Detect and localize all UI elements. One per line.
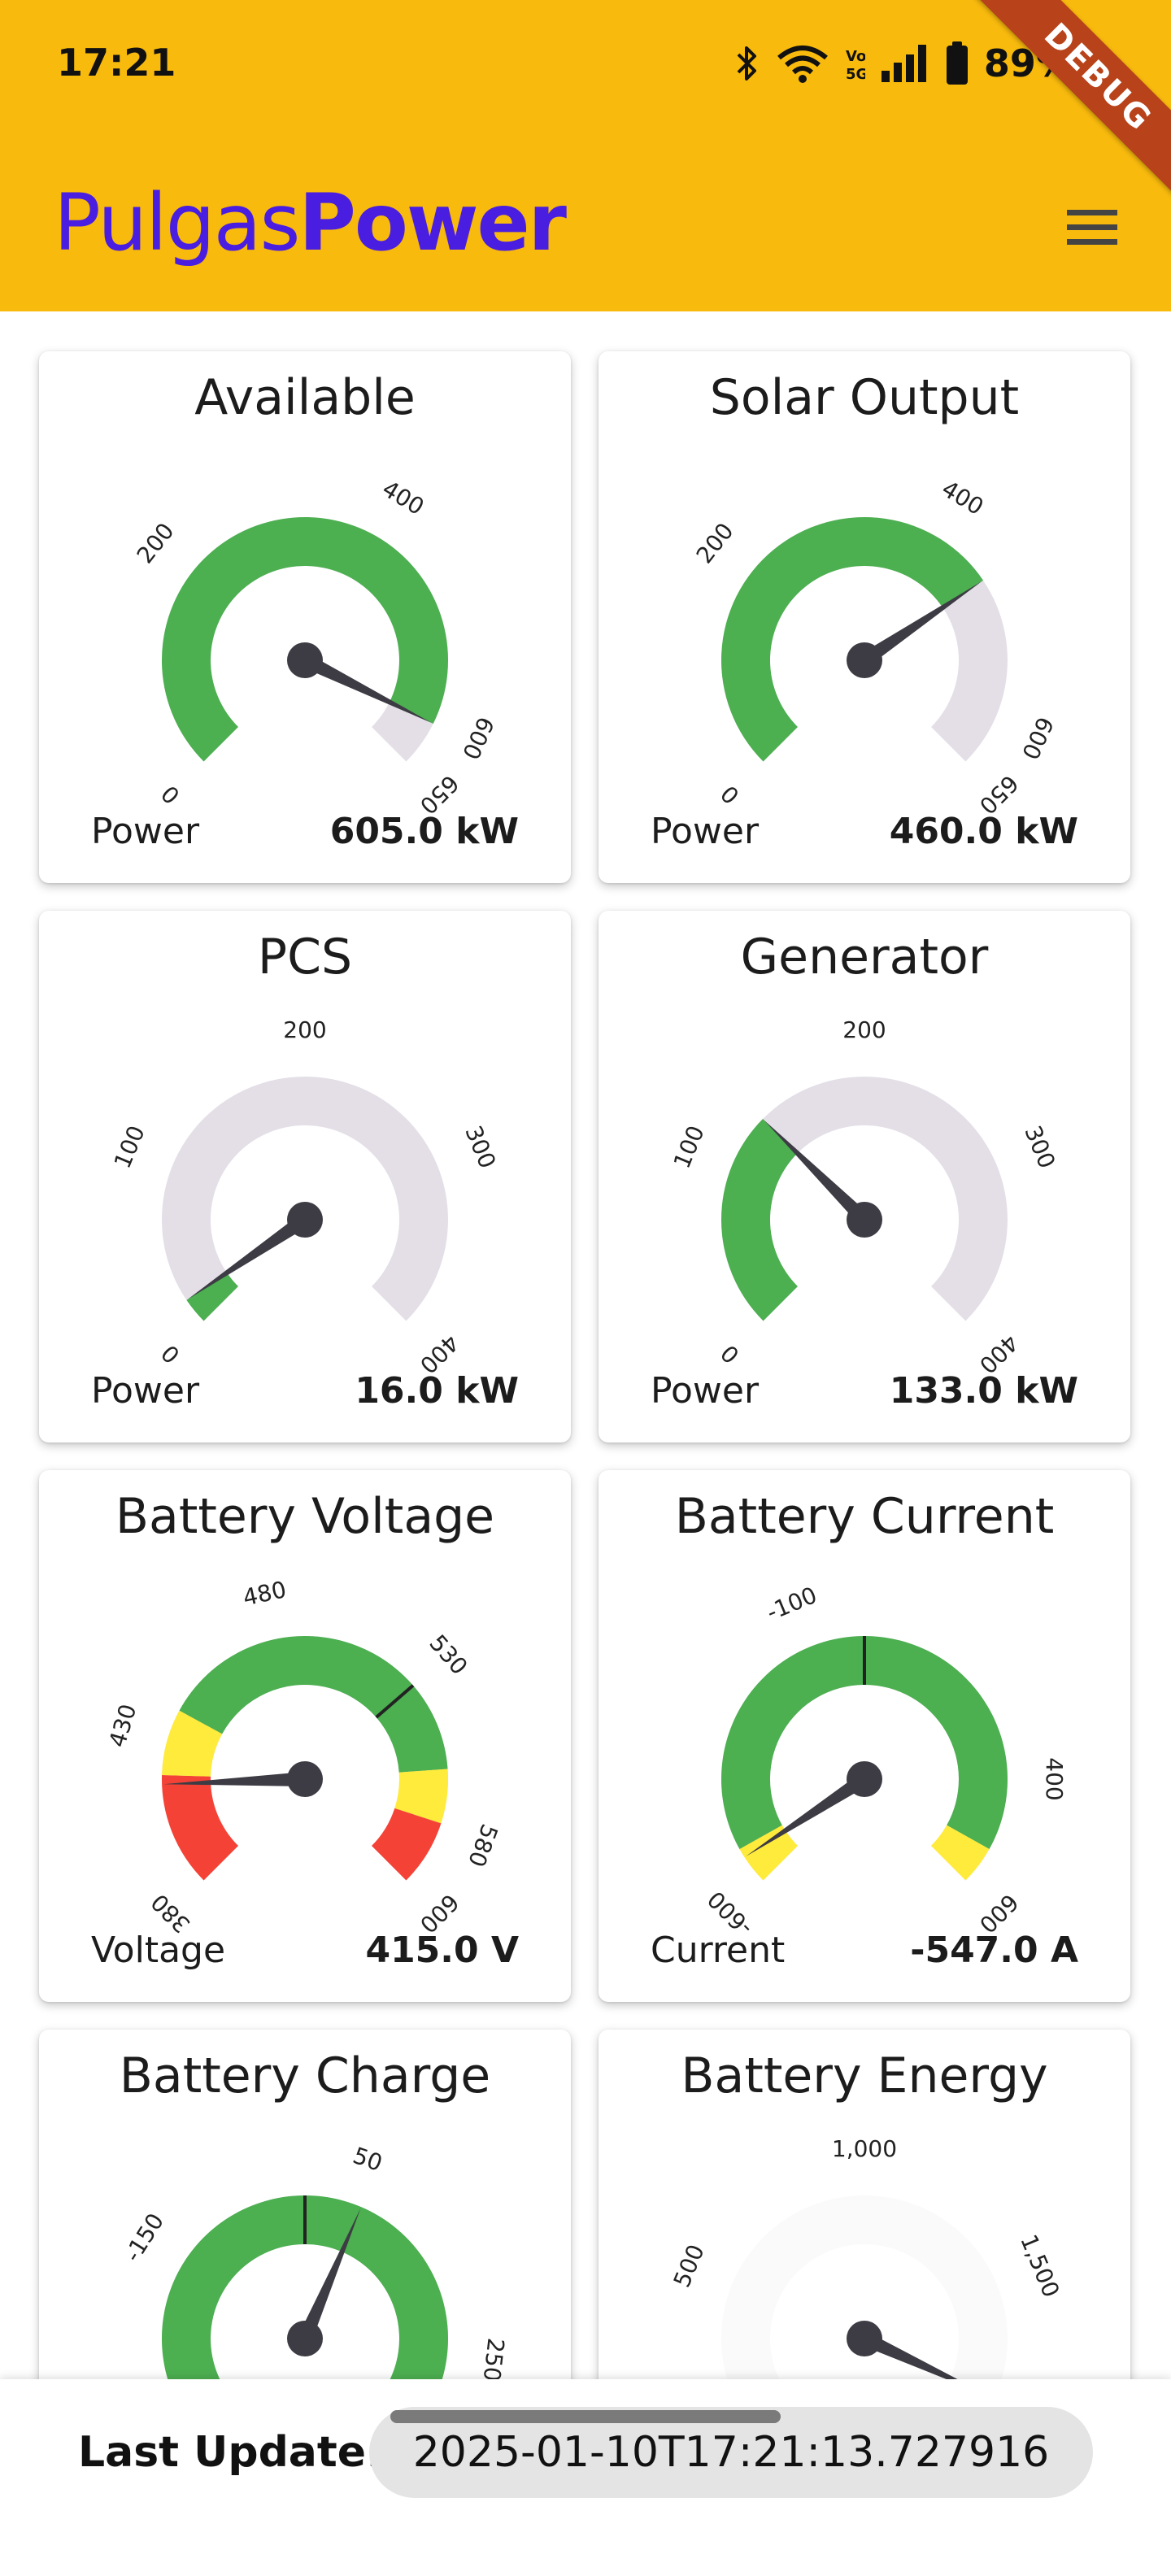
- app-bar: PulgasPower: [0, 138, 1171, 311]
- metric-value: -547.0 A: [910, 1930, 1078, 1971]
- gauge-needle-hub: [847, 1202, 882, 1238]
- gauge-tick-label: 0: [716, 1339, 745, 1368]
- gauge-tick-label: -100: [763, 1582, 821, 1626]
- metric-label: Voltage: [91, 1930, 226, 1971]
- wifi-icon: [777, 46, 828, 83]
- brand-prefix: Pulgas: [54, 177, 300, 268]
- gauge-tick-label: 300: [1019, 1122, 1060, 1173]
- gauge-available: 0200400600650: [132, 475, 499, 819]
- metric-value: 415.0 V: [365, 1930, 519, 1971]
- gauge-tick-label: 100: [109, 1122, 150, 1173]
- gauge-card-available: Available 0 200 400 600 650 Power 605.0 kW: [39, 351, 571, 883]
- status-time: 17:21: [57, 41, 176, 85]
- status-icons: Vo 5G 89%: [734, 39, 1073, 88]
- metric-value: 460.0 kW: [889, 811, 1078, 852]
- gauge-tick-label: 400: [937, 475, 988, 520]
- gauge-battery-current: -600-100400600: [703, 1582, 1068, 1941]
- gauge-needle-hub: [847, 642, 882, 678]
- menu-button[interactable]: [1056, 190, 1129, 263]
- gauge-needle-hub: [847, 1761, 882, 1797]
- gauge-card-battery-current: Battery Current -600 -100 400 600 Current -547…: [599, 1470, 1130, 2002]
- gauge-tick-label: 0: [156, 1339, 185, 1368]
- gauge-needle-hub: [287, 2321, 323, 2356]
- gauge-tick-label: 100: [668, 1122, 710, 1173]
- gauge-tick-label: 600: [457, 713, 499, 764]
- gesture-nav-bar[interactable]: [390, 2410, 781, 2423]
- status-bar: 17:21 Vo 5G 89%: [0, 0, 1171, 138]
- signal-icon: [881, 45, 926, 82]
- svg-text:Vo: Vo: [846, 48, 865, 65]
- gauge-tick-label: 300: [459, 1122, 501, 1173]
- gauge-tick-label: 480: [241, 1576, 289, 1612]
- gauge-needle-hub: [287, 642, 323, 678]
- last-update-label: Last Update:: [78, 2428, 383, 2477]
- gauge-tick-label: 400: [1041, 1757, 1068, 1800]
- gauge-needle-hub: [847, 2321, 882, 2356]
- gauge-tick-label: 200: [132, 518, 180, 568]
- gauge-card-generator: Generator 0 100 200 300 400 Power 133.0 kW: [599, 911, 1130, 1442]
- gauge-tick-label: 1,000: [832, 2135, 897, 2162]
- gauge-tick-label: 430: [104, 1701, 142, 1751]
- gauge-generator: 0100200300400: [668, 1016, 1060, 1379]
- gauge-range-band: [162, 1774, 238, 1881]
- gauge-pcs: 0100200300400: [109, 1016, 501, 1379]
- gauge-card-battery-voltage: Battery Voltage 380 430 480 530 580 600 Voltage…: [39, 1470, 571, 2002]
- gauge-tick-label: 0: [716, 780, 745, 809]
- gauge-tick-label: 500: [668, 2241, 710, 2291]
- gauge-tick-label: 400: [377, 475, 429, 520]
- metric-label: Power: [91, 1370, 200, 1412]
- gauge-solar-output: 0200400600650: [691, 475, 1059, 819]
- gauge-tick-label: 200: [842, 1016, 886, 1043]
- gauge-tick-label: 580: [463, 1821, 503, 1871]
- gauge-battery-voltage: 380430480530580600: [104, 1576, 503, 1939]
- gauge-card-solar-output: Solar Output 0 200 400 600 650 Power 460.0 kW: [599, 351, 1130, 883]
- gauge-card-pcs: PCS 0 100 200 300 400 Power 16.0 kW: [39, 911, 571, 1442]
- metric-value: 133.0 kW: [889, 1370, 1078, 1412]
- metric-value: 16.0 kW: [355, 1370, 519, 1412]
- gauge-tick-label: 530: [424, 1630, 472, 1680]
- gauge-tick-label: 50: [350, 2142, 386, 2177]
- gauge-track: [162, 1077, 448, 1321]
- gauge-needle-hub: [287, 1761, 323, 1797]
- gauge-needle-hub: [287, 1202, 323, 1238]
- app-title: PulgasPower: [54, 177, 567, 268]
- metric-label: Power: [91, 811, 200, 852]
- brand-suffix: Power: [298, 177, 567, 268]
- metric-label: Power: [651, 811, 760, 852]
- metric-label: Current: [651, 1930, 786, 1971]
- gauge-tick-label: 250: [478, 2337, 510, 2383]
- metric-label: Power: [651, 1370, 760, 1412]
- svg-text:5G: 5G: [846, 66, 865, 83]
- hamburger-menu-icon: [1067, 210, 1117, 245]
- gauge-tick-label: 600: [1016, 713, 1059, 764]
- footer: Last Update: 2025-01-10T17:21:13.727916: [0, 2379, 1171, 2576]
- volte-icon: Vo 5G: [846, 48, 865, 83]
- gauge-range-band: [179, 1636, 448, 1773]
- battery-icon: [946, 41, 968, 85]
- gauge-tick-label: 200: [283, 1016, 326, 1043]
- gauge-tick-label: 200: [691, 518, 739, 568]
- gauge-range-band: [721, 1119, 798, 1321]
- bluetooth-icon: [737, 46, 756, 80]
- gauge-tick-label: -150: [119, 2208, 169, 2266]
- gauge-tick-label: 1,500: [1015, 2230, 1064, 2301]
- metric-value: 605.0 kW: [329, 811, 519, 852]
- gauge-tick-label: 0: [156, 780, 185, 809]
